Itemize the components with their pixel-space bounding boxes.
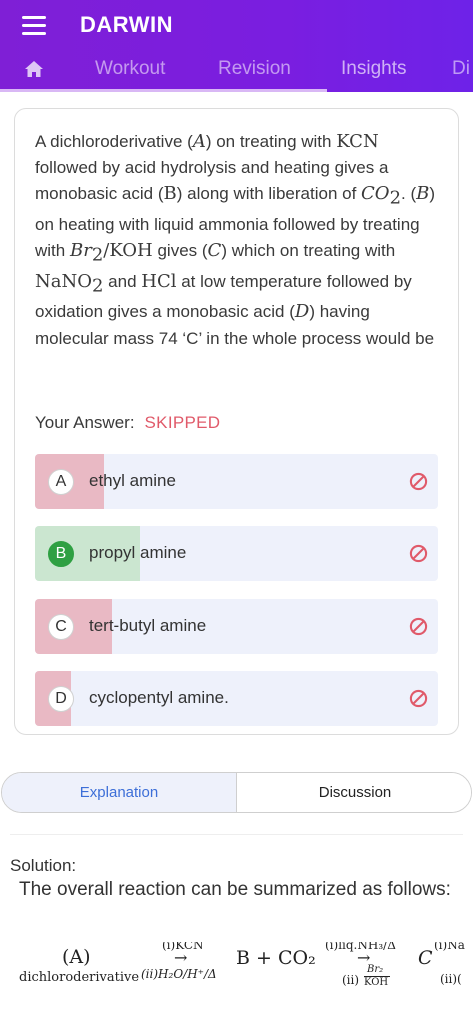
answer-status: SKIPPED	[144, 413, 221, 432]
explanation-discussion-toggle: Explanation Discussion	[1, 772, 472, 813]
tab-explanation[interactable]: Explanation	[2, 773, 237, 812]
option-letter-badge: B	[48, 541, 74, 567]
eq-arrow1-icon: →	[174, 948, 188, 967]
reaction-equation: (A) dichloroderivative (i)KCN → (ii)H₂O/…	[0, 942, 473, 1002]
eq-reactant: (A)	[62, 946, 91, 968]
option-letter-badge: C	[48, 614, 74, 640]
your-answer-label: Your Answer:	[35, 413, 135, 432]
home-icon[interactable]	[24, 59, 44, 79]
app-bar: DARWIN Workout Revision Insights Di	[0, 0, 473, 92]
solution-label: Solution:	[10, 856, 77, 875]
option-a[interactable]: Aethyl amine	[35, 454, 438, 509]
solution-intro: The overall reaction can be summarized a…	[19, 879, 451, 900]
question-card: A dichloroderivative (A) on treating wit…	[14, 108, 459, 735]
eq-arrow3-top: (i)Na	[434, 942, 465, 952]
not-attempted-icon	[409, 617, 428, 636]
eq-arrow2-bottom-den: KOH	[364, 977, 389, 988]
eq-reactant-label: dichloroderivative	[19, 970, 140, 985]
not-attempted-icon	[409, 544, 428, 563]
menu-icon[interactable]	[22, 16, 46, 36]
eq-product: B + CO₂	[236, 947, 316, 969]
question-text: A dichloroderivative (A) on treating wit…	[35, 131, 436, 348]
eq-arrow1-bottom: (ii)H₂O/H⁺/Δ	[141, 967, 217, 981]
tab-bar: Workout Revision Insights Di	[0, 50, 473, 92]
eq-arrow2-bottom-prefix: (ii)	[342, 973, 360, 987]
option-text: tert-butyl amine	[89, 616, 207, 635]
tab-discussion[interactable]: Discussion	[237, 773, 471, 812]
divider	[10, 834, 463, 835]
tab-partial[interactable]: Di	[452, 58, 470, 80]
eq-c: C	[418, 947, 433, 969]
option-c[interactable]: Ctert-butyl amine	[35, 599, 438, 654]
your-answer-row: Your Answer: SKIPPED	[35, 413, 220, 433]
tab-insights[interactable]: Insights	[341, 58, 406, 80]
eq-arrow3-bottom: (ii)(	[440, 972, 462, 986]
not-attempted-icon	[409, 472, 428, 491]
app-title: DARWIN	[80, 12, 174, 37]
option-letter-badge: D	[48, 686, 74, 712]
tab-indicator	[0, 89, 327, 92]
option-letter-badge: A	[48, 469, 74, 495]
tab-revision[interactable]: Revision	[218, 58, 291, 80]
option-b[interactable]: Bpropyl amine	[35, 526, 438, 581]
eq-arrow2-bottom-num: Br₂	[367, 964, 384, 975]
option-text: ethyl amine	[89, 471, 176, 490]
explanation-section: Explanation Discussion Solution: The ove…	[0, 752, 473, 1024]
option-text: cyclopentyl amine.	[89, 688, 229, 707]
tab-workout[interactable]: Workout	[95, 58, 165, 80]
option-d[interactable]: Dcyclopentyl amine.	[35, 671, 438, 726]
not-attempted-icon	[409, 689, 428, 708]
option-text: propyl amine	[89, 543, 187, 562]
